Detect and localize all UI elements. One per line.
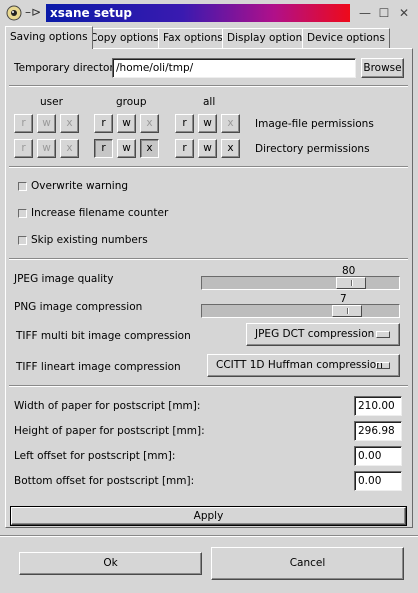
overwrite-warning-checkbox[interactable] xyxy=(18,182,27,191)
divider xyxy=(9,166,408,168)
perm-header-user: user xyxy=(40,96,63,108)
pin-icon[interactable]: –⊳ xyxy=(25,5,41,19)
dir-user-exec-toggle[interactable]: x xyxy=(60,139,79,158)
tiff-lineart-label: TIFF lineart image compression xyxy=(16,361,181,373)
paper-height-input[interactable]: 296.98 xyxy=(354,421,402,441)
left-offset-label: Left offset for postscript [mm]: xyxy=(14,450,176,462)
title-bar[interactable]: –⊳ xsane setup — ☐ ✕ xyxy=(0,0,418,26)
tab-fax-options[interactable]: Fax options xyxy=(158,28,228,48)
cancel-button[interactable]: Cancel xyxy=(211,547,404,580)
image-all-read-toggle[interactable]: r xyxy=(175,114,194,133)
dir-group-read-toggle[interactable]: r xyxy=(94,139,113,158)
window-title: xsane setup xyxy=(46,4,350,22)
browse-button[interactable]: Browse xyxy=(361,58,404,78)
tiff-multibit-label: TIFF multi bit image compression xyxy=(16,330,191,342)
apply-button[interactable]: Apply xyxy=(10,506,407,526)
ok-button[interactable]: Ok xyxy=(19,552,202,575)
tab-saving-options[interactable]: Saving options xyxy=(5,26,93,49)
dir-all-exec-toggle[interactable]: x xyxy=(221,139,240,158)
left-offset-input[interactable]: 0.00 xyxy=(354,446,402,466)
maximize-icon[interactable]: ☐ xyxy=(376,5,392,21)
image-user-read-toggle[interactable]: r xyxy=(14,114,33,133)
minimize-icon[interactable]: — xyxy=(357,5,373,21)
image-user-write-toggle[interactable]: w xyxy=(37,114,56,133)
perm-header-group: group xyxy=(116,96,147,108)
dir-all-read-toggle[interactable]: r xyxy=(175,139,194,158)
tab-display-options[interactable]: Display options xyxy=(222,28,313,48)
bottom-offset-input[interactable]: 0.00 xyxy=(354,471,402,491)
paper-width-input[interactable]: 210.00 xyxy=(354,396,402,416)
divider xyxy=(0,535,418,537)
png-compression-label: PNG image compression xyxy=(14,301,143,313)
dir-group-exec-toggle[interactable]: x xyxy=(140,139,159,158)
tiff-multibit-select[interactable]: JPEG DCT compression xyxy=(246,323,400,346)
directory-permissions-label: Directory permissions xyxy=(255,143,370,155)
image-user-exec-toggle[interactable]: x xyxy=(60,114,79,133)
png-compression-slider-handle[interactable] xyxy=(332,305,362,317)
dir-user-read-toggle[interactable]: r xyxy=(14,139,33,158)
skip-existing-checkbox[interactable] xyxy=(18,236,27,245)
temp-dir-input[interactable]: /home/oli/tmp/ xyxy=(112,58,356,78)
overwrite-warning-label[interactable]: Overwrite warning xyxy=(31,180,128,192)
image-all-write-toggle[interactable]: w xyxy=(198,114,217,133)
image-file-permissions-label: Image-file permissions xyxy=(255,118,374,130)
increase-counter-label[interactable]: Increase filename counter xyxy=(31,207,168,219)
divider xyxy=(9,85,408,87)
paper-width-label: Width of paper for postscript [mm]: xyxy=(14,400,201,412)
image-group-exec-toggle[interactable]: x xyxy=(140,114,159,133)
dir-all-write-toggle[interactable]: w xyxy=(198,139,217,158)
dir-group-write-toggle[interactable]: w xyxy=(117,139,136,158)
tiff-lineart-value: CCITT 1D Huffman compression xyxy=(216,359,383,371)
tiff-multibit-value: JPEG DCT compression xyxy=(255,328,375,340)
close-icon[interactable]: ✕ xyxy=(396,5,412,21)
jpeg-quality-slider-handle[interactable] xyxy=(336,277,366,289)
xsane-eye-icon xyxy=(6,5,22,21)
divider xyxy=(9,385,408,387)
tab-device-options[interactable]: Device options xyxy=(302,28,390,48)
bottom-offset-label: Bottom offset for postscript [mm]: xyxy=(14,475,195,487)
png-compression-slider[interactable] xyxy=(201,304,400,318)
paper-height-label: Height of paper for postscript [mm]: xyxy=(14,425,205,437)
image-group-write-toggle[interactable]: w xyxy=(117,114,136,133)
dir-user-write-toggle[interactable]: w xyxy=(37,139,56,158)
jpeg-quality-label: JPEG image quality xyxy=(14,273,114,285)
increase-counter-checkbox[interactable] xyxy=(18,209,27,218)
jpeg-quality-slider[interactable] xyxy=(201,276,400,290)
skip-existing-label[interactable]: Skip existing numbers xyxy=(31,234,148,246)
tiff-lineart-select[interactable]: CCITT 1D Huffman compression xyxy=(207,354,400,377)
option-menu-indicator-icon xyxy=(376,362,390,369)
image-all-exec-toggle[interactable]: x xyxy=(221,114,240,133)
temp-dir-label: Temporary directory xyxy=(14,62,120,74)
option-menu-indicator-icon xyxy=(376,331,390,338)
image-group-read-toggle[interactable]: r xyxy=(94,114,113,133)
tab-copy-options[interactable]: Copy options xyxy=(85,28,164,48)
divider xyxy=(9,258,408,260)
perm-header-all: all xyxy=(203,96,216,108)
